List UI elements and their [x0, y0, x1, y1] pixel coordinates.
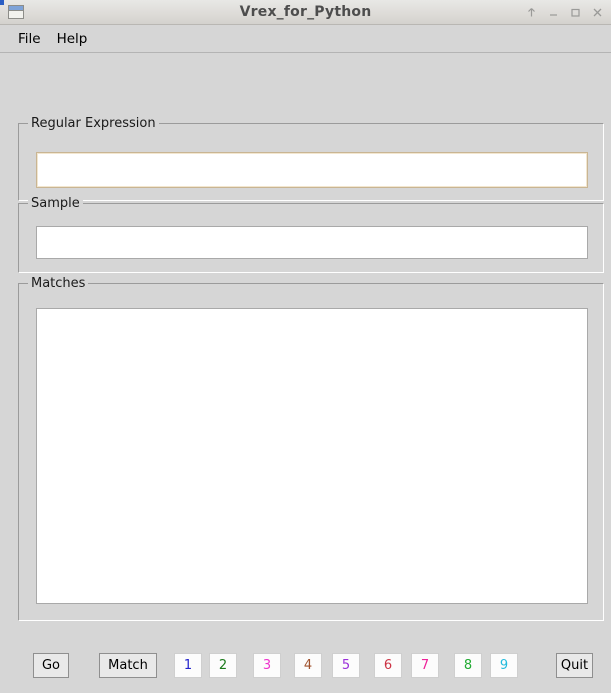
group-button-3[interactable]: 3: [253, 653, 281, 678]
shade-button[interactable]: [525, 6, 538, 19]
group-button-7[interactable]: 7: [411, 653, 439, 678]
title-bar: Vrex_for_Python: [0, 0, 611, 25]
maximize-button[interactable]: [569, 6, 582, 19]
group-title-sample: Sample: [28, 196, 83, 211]
sample-input[interactable]: [36, 226, 588, 259]
menu-item-file[interactable]: File: [10, 28, 49, 50]
group-title-matches: Matches: [28, 276, 89, 291]
quit-button[interactable]: Quit: [556, 653, 593, 678]
group-button-2[interactable]: 2: [209, 653, 237, 678]
menu-bar: File Help: [0, 25, 611, 53]
close-button[interactable]: [591, 6, 604, 19]
window-controls: [525, 0, 604, 25]
menu-item-help[interactable]: Help: [49, 28, 96, 50]
group-button-8[interactable]: 8: [454, 653, 482, 678]
group-button-9[interactable]: 9: [490, 653, 518, 678]
group-button-5[interactable]: 5: [332, 653, 360, 678]
group-regular-expression: Regular Expression: [18, 116, 604, 201]
window-icon: [8, 5, 24, 19]
go-button[interactable]: Go: [33, 653, 69, 678]
group-button-6[interactable]: 6: [374, 653, 402, 678]
matches-textarea[interactable]: [36, 308, 588, 604]
group-matches: Matches: [18, 276, 604, 621]
group-sample: Sample: [18, 196, 604, 273]
minimize-button[interactable]: [547, 6, 560, 19]
match-button[interactable]: Match: [99, 653, 157, 678]
window-title: Vrex_for_Python: [239, 4, 372, 20]
application-window: Vrex_for_Python File Help Regular Expres…: [0, 0, 611, 678]
group-button-1[interactable]: 1: [174, 653, 202, 678]
group-title-regular-expression: Regular Expression: [28, 116, 159, 131]
regex-input[interactable]: [36, 152, 588, 188]
button-bar: Go Match 1 2 3 4 5 6 7 8 9 Quit: [0, 653, 611, 693]
group-button-4[interactable]: 4: [294, 653, 322, 678]
